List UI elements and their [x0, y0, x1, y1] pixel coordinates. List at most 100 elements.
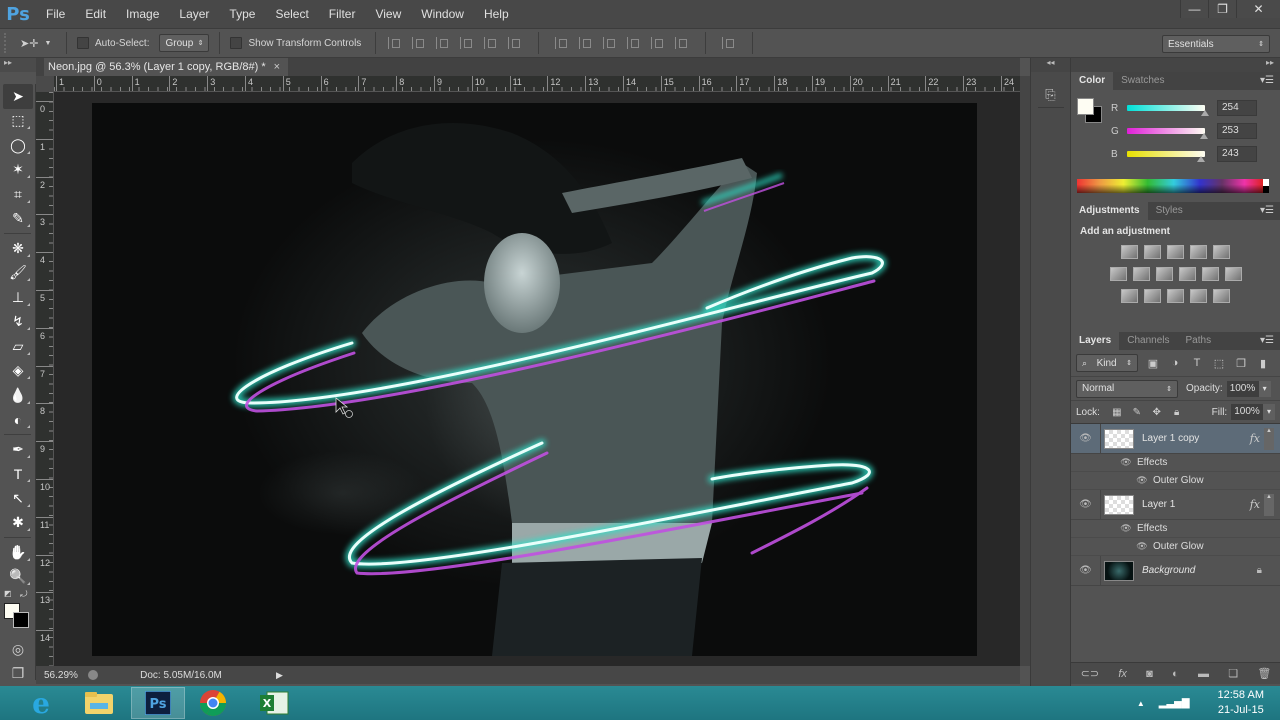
tools-panel-collapse[interactable]: ▸▸: [0, 58, 36, 72]
effects-visibility-icon[interactable]: 👁︎: [1119, 523, 1133, 534]
opacity-field[interactable]: 100%: [1226, 380, 1259, 397]
layer-effects-icon[interactable]: fx: [1250, 498, 1260, 511]
adjustment-layer-filter-icon[interactable]: ◑: [1168, 357, 1182, 369]
smart-object-filter-icon[interactable]: ❐: [1234, 357, 1248, 370]
layer-row[interactable]: 👁︎ Layer 1 fx ▲: [1071, 490, 1280, 520]
align-left-edges-icon[interactable]: [460, 37, 474, 49]
visibility-eye-icon[interactable]: 👁︎: [1071, 556, 1101, 585]
align-top-edges-icon[interactable]: [388, 37, 402, 49]
lock-transparent-pixels-icon[interactable]: ▦: [1110, 407, 1124, 418]
quick-selection-tool[interactable]: ✶: [0, 158, 36, 183]
clock[interactable]: 12:58 AM 21-Jul-15: [1218, 688, 1264, 718]
layer-name[interactable]: Layer 1: [1142, 499, 1250, 510]
menu-help[interactable]: Help: [474, 0, 519, 28]
threshold-icon[interactable]: [1167, 289, 1184, 303]
lock-all-icon[interactable]: 🔒︎: [1170, 407, 1184, 418]
background-color[interactable]: [13, 612, 29, 628]
type-tool[interactable]: T: [0, 462, 36, 487]
show-hidden-icons-icon[interactable]: ▲: [1137, 699, 1145, 708]
black-white-swatch[interactable]: [1263, 179, 1269, 193]
distribute-left-edges-icon[interactable]: [627, 37, 641, 49]
tool-preset-picker[interactable]: ➤✛ ▼: [20, 37, 60, 50]
tab-styles[interactable]: Styles: [1148, 202, 1191, 220]
menu-type[interactable]: Type: [219, 0, 265, 28]
channel-slider-thumb[interactable]: [1200, 110, 1209, 116]
auto-select-target-select[interactable]: Group ⇕: [159, 34, 210, 52]
fill-dropdown-icon[interactable]: ▾: [1263, 404, 1276, 420]
canvas-vertical-scrollbar[interactable]: [1020, 76, 1030, 666]
canvas-area[interactable]: [54, 92, 1020, 666]
layer-thumbnail[interactable]: [1104, 494, 1134, 515]
paint-bucket-tool[interactable]: ◈: [0, 359, 36, 384]
type-layer-filter-icon[interactable]: T: [1190, 357, 1204, 369]
channel-value-field[interactable]: 254: [1217, 100, 1257, 116]
status-menu-arrow[interactable]: ▶: [276, 670, 283, 681]
tab-adjustments[interactable]: Adjustments: [1071, 202, 1148, 220]
layer-thumbnail[interactable]: [1104, 560, 1134, 581]
layer-name[interactable]: Background: [1142, 565, 1257, 576]
effect-visibility-icon[interactable]: 👁︎: [1135, 475, 1149, 486]
curves-icon[interactable]: [1167, 245, 1184, 259]
posterize-icon[interactable]: [1144, 289, 1161, 303]
vibrance-icon[interactable]: [1213, 245, 1230, 259]
marquee-tool[interactable]: ⬚: [0, 109, 36, 134]
spot-healing-tool[interactable]: ❋: [0, 236, 36, 261]
close-button[interactable]: ✕: [1236, 0, 1280, 18]
pen-tool[interactable]: ✒: [0, 437, 36, 462]
new-adjustment-layer-icon[interactable]: ◐: [1172, 668, 1179, 680]
visibility-eye-icon[interactable]: 👁︎: [1071, 490, 1101, 519]
filter-kind-select[interactable]: ⌕ Kind ⇕: [1076, 354, 1138, 372]
channel-slider-track[interactable]: [1127, 105, 1209, 116]
filter-toggle-icon[interactable]: ▮: [1256, 357, 1270, 370]
tab-swatches[interactable]: Swatches: [1113, 72, 1172, 90]
tab-channels[interactable]: Channels: [1119, 332, 1177, 350]
new-group-icon[interactable]: ▬: [1198, 668, 1209, 680]
close-document-icon[interactable]: ×: [274, 58, 280, 76]
layer-effects-icon[interactable]: fx: [1250, 432, 1260, 445]
dodge-tool[interactable]: ◐: [0, 408, 36, 433]
menu-edit[interactable]: Edit: [75, 0, 116, 28]
align-bottom-edges-icon[interactable]: [436, 37, 450, 49]
panel-menu-icon[interactable]: ▾☰: [1260, 75, 1274, 86]
expand-effects-toggle[interactable]: ▲: [1264, 493, 1274, 516]
crop-tool[interactable]: ⌗: [0, 182, 36, 207]
clone-stamp-tool[interactable]: ⊥: [0, 285, 36, 310]
hue-saturation-icon[interactable]: [1109, 267, 1127, 281]
menu-image[interactable]: Image: [116, 0, 169, 28]
network-signal-icon[interactable]: ▂▃▅▇: [1159, 698, 1190, 709]
levels-icon[interactable]: [1144, 245, 1161, 259]
channel-slider-thumb[interactable]: [1200, 133, 1209, 139]
distribute-right-edges-icon[interactable]: [675, 37, 689, 49]
align-vertical-centers-icon[interactable]: [412, 37, 426, 49]
channel-mixer-icon[interactable]: [1201, 267, 1219, 281]
minimize-button[interactable]: —: [1180, 0, 1208, 18]
distribute-top-edges-icon[interactable]: [555, 37, 569, 49]
menu-view[interactable]: View: [365, 0, 411, 28]
brush-tool[interactable]: 🖌: [0, 261, 36, 286]
options-bar-grip[interactable]: [4, 33, 12, 53]
workspace-switcher[interactable]: Essentials ⇕: [1162, 35, 1270, 53]
effects-visibility-icon[interactable]: 👁︎: [1119, 457, 1133, 468]
panel-menu-icon[interactable]: ▾☰: [1260, 335, 1274, 346]
expand-effects-toggle[interactable]: ▲: [1264, 427, 1274, 450]
lock-position-icon[interactable]: ✥: [1150, 407, 1164, 418]
gradient-map-icon[interactable]: [1213, 289, 1230, 303]
distribute-horizontal-centers-icon[interactable]: [651, 37, 665, 49]
distribute-vertical-centers-icon[interactable]: [579, 37, 593, 49]
effect-visibility-icon[interactable]: 👁︎: [1135, 541, 1149, 552]
exposure-icon[interactable]: [1190, 245, 1207, 259]
blend-mode-select[interactable]: Normal ⇕: [1076, 379, 1178, 398]
layer-thumbnail[interactable]: [1104, 428, 1134, 449]
vertical-ruler[interactable]: 0 1 2 3 4 5 6 7 8 9 10 11 12 13 14: [36, 92, 54, 666]
opacity-dropdown-icon[interactable]: ▾: [1258, 380, 1271, 397]
layer-row[interactable]: 👁︎ Background 🔒︎: [1071, 556, 1280, 586]
menu-layer[interactable]: Layer: [169, 0, 219, 28]
lasso-tool[interactable]: ◯: [0, 133, 36, 158]
custom-shape-tool[interactable]: ✱: [0, 511, 36, 536]
add-mask-icon[interactable]: ◙: [1146, 668, 1153, 680]
auto-select-checkbox[interactable]: [77, 37, 89, 49]
history-brush-tool[interactable]: ↯: [0, 310, 36, 335]
distribute-bottom-edges-icon[interactable]: [603, 37, 617, 49]
align-right-edges-icon[interactable]: [508, 37, 522, 49]
shape-layer-filter-icon[interactable]: ⬚: [1212, 357, 1226, 370]
